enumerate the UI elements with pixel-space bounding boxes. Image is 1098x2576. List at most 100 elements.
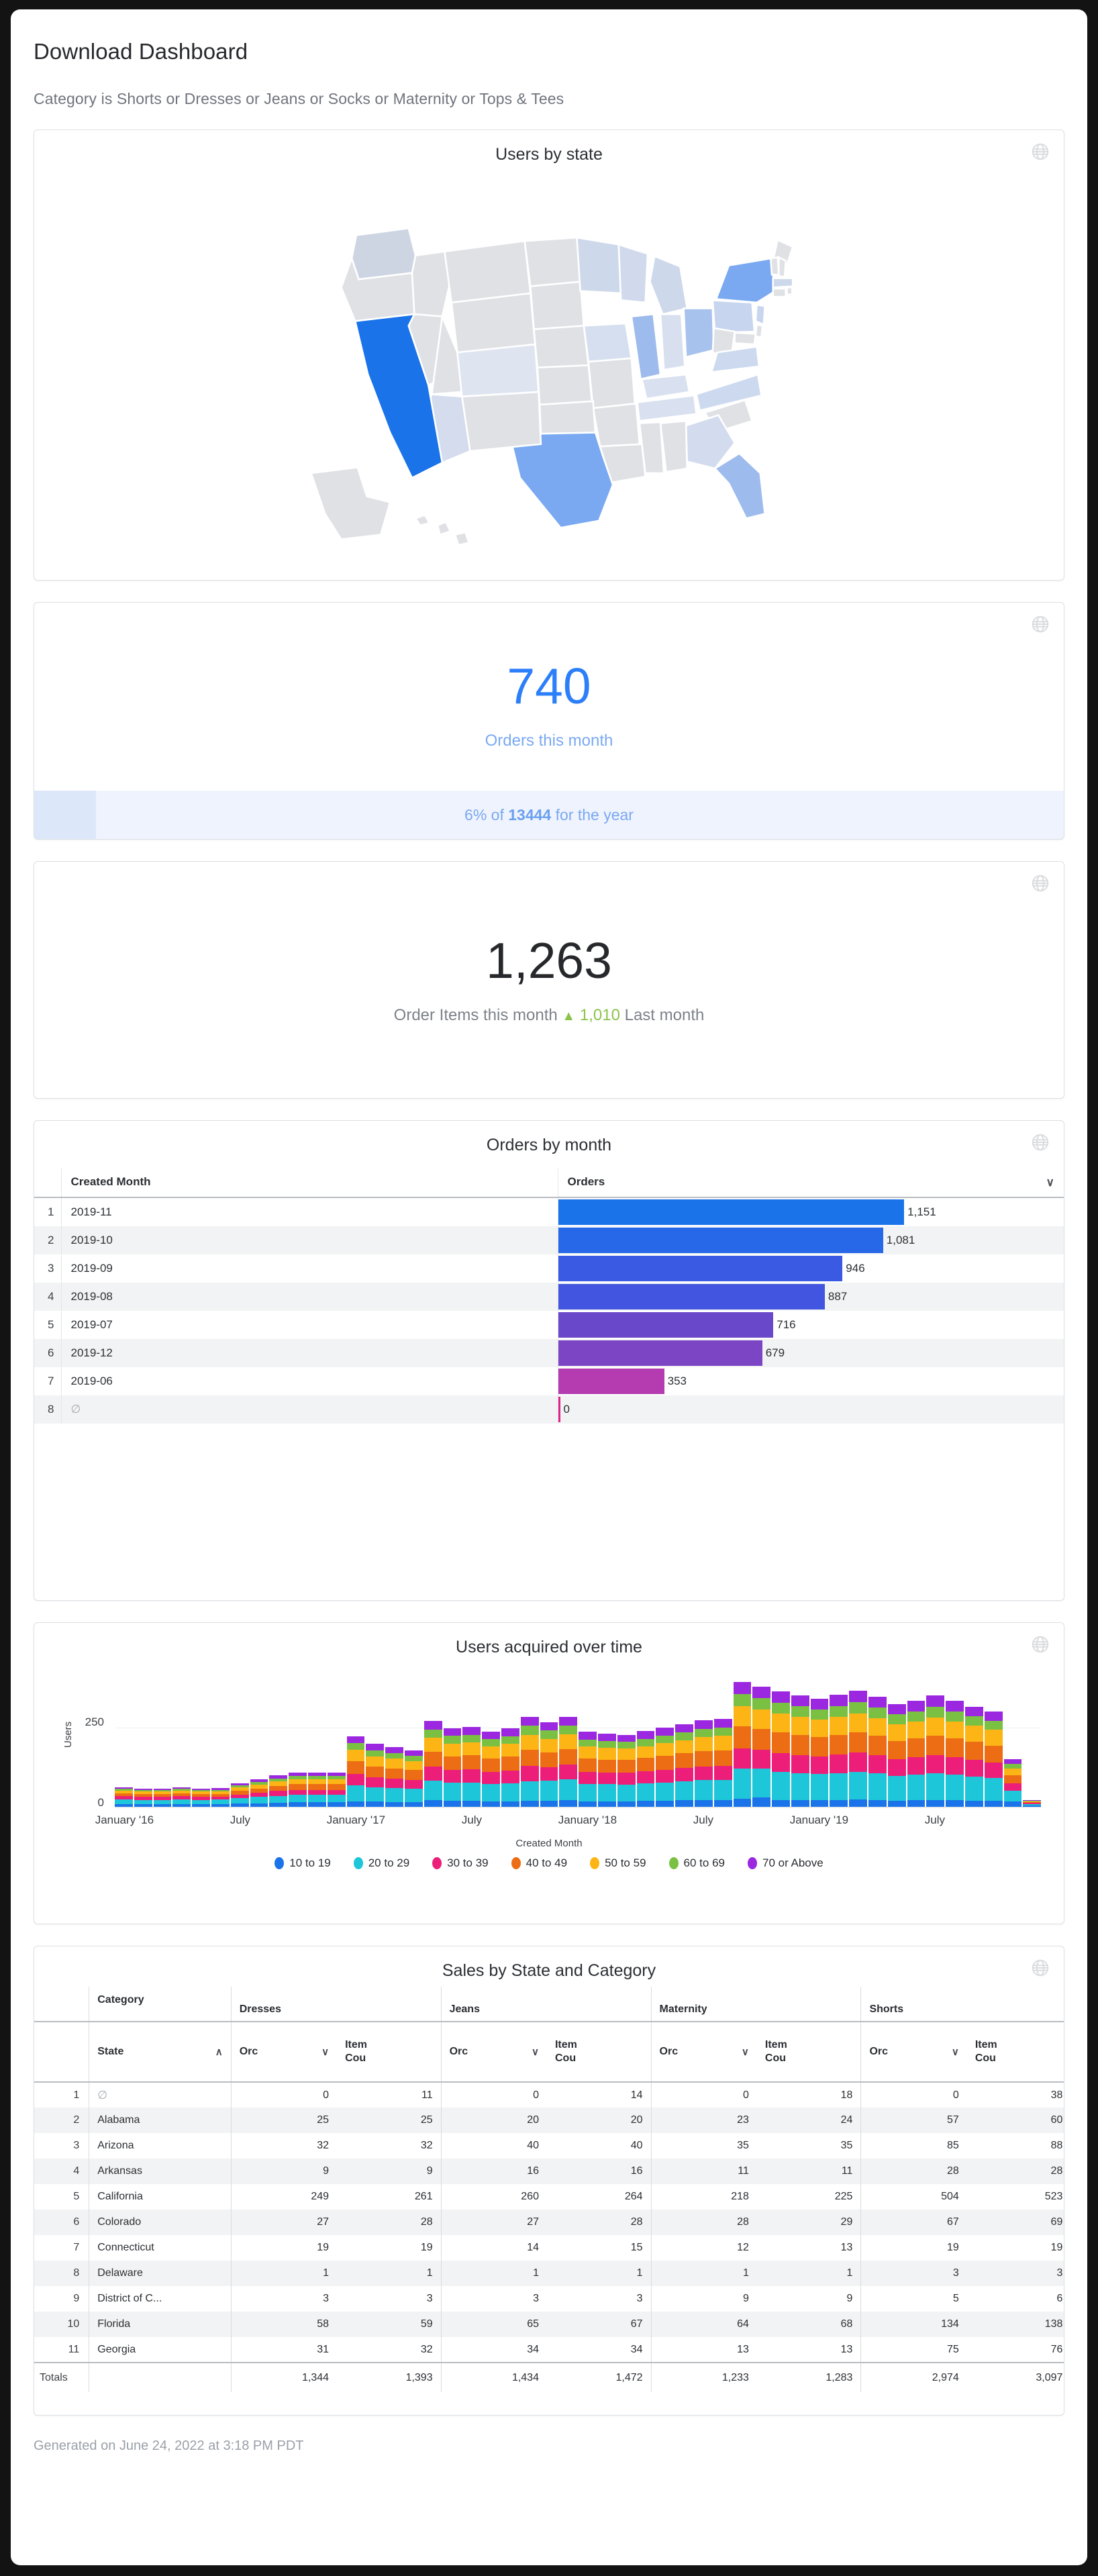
bar-segment-70-or-above[interactable] xyxy=(521,1717,539,1726)
bar-segment-70-or-above[interactable] xyxy=(907,1701,926,1712)
bar-segment-70-or-above[interactable] xyxy=(714,1719,732,1728)
bar-segment-40-to-49[interactable] xyxy=(888,1741,906,1759)
bar-segment-20-to-29[interactable] xyxy=(579,1784,597,1801)
bar-segment-70-or-above[interactable] xyxy=(849,1691,867,1702)
bar-segment-30-to-39[interactable] xyxy=(926,1755,944,1773)
chevron-down-icon[interactable]: ∨ xyxy=(321,2046,329,2058)
bar-segment-40-to-49[interactable] xyxy=(675,1753,693,1768)
bar-segment-40-to-49[interactable] xyxy=(926,1736,944,1756)
bar-segment-40-to-49[interactable] xyxy=(656,1756,674,1770)
bar-segment-40-to-49[interactable] xyxy=(366,1767,384,1778)
header-col-5[interactable]: Orc ∨ xyxy=(651,2022,757,2082)
bar-segment-20-to-29[interactable] xyxy=(347,1785,365,1802)
bar-segment-30-to-39[interactable] xyxy=(811,1756,829,1774)
bar-segment-70-or-above[interactable] xyxy=(752,1687,770,1698)
bar-segment-20-to-29[interactable] xyxy=(211,1799,230,1804)
bar-segment-20-to-29[interactable] xyxy=(965,1777,983,1801)
bar-segment-70-or-above[interactable] xyxy=(405,1750,423,1756)
bar-segment-10-to-19[interactable] xyxy=(231,1803,249,1807)
usa-choropleth-map[interactable] xyxy=(34,176,1064,573)
bar-segment-40-to-49[interactable] xyxy=(540,1752,558,1767)
bar-segment-30-to-39[interactable] xyxy=(734,1748,752,1769)
stacked-bar[interactable] xyxy=(617,1735,636,1807)
bar-segment-30-to-39[interactable] xyxy=(559,1765,577,1779)
bar-segment-20-to-29[interactable] xyxy=(617,1785,636,1801)
bar-segment-30-to-39[interactable] xyxy=(965,1760,983,1777)
stacked-bar[interactable] xyxy=(405,1750,423,1807)
bar-segment-10-to-19[interactable] xyxy=(540,1801,558,1807)
bar-segment-10-to-19[interactable] xyxy=(521,1801,539,1807)
table-row[interactable]: 10Florida585965676468134138 xyxy=(34,2312,1064,2337)
bar-segment-70-or-above[interactable] xyxy=(347,1736,365,1743)
bar-segment-70-or-above[interactable] xyxy=(791,1695,809,1707)
bar-segment-10-to-19[interactable] xyxy=(598,1801,616,1807)
cell-orders-bar[interactable]: 353 xyxy=(558,1367,1064,1395)
stacked-bar[interactable] xyxy=(385,1747,403,1807)
bar-segment-20-to-29[interactable] xyxy=(811,1774,829,1800)
bar-segment-60-to-69[interactable] xyxy=(888,1714,906,1724)
bar-segment-70-or-above[interactable] xyxy=(482,1732,500,1739)
bar-segment-30-to-39[interactable] xyxy=(308,1790,326,1795)
bar-segment-40-to-49[interactable] xyxy=(328,1784,346,1789)
stacked-bar[interactable] xyxy=(637,1731,655,1807)
stacked-bar[interactable] xyxy=(734,1682,752,1807)
bar-segment-60-to-69[interactable] xyxy=(811,1710,829,1720)
chevron-down-icon[interactable]: ∨ xyxy=(952,2046,959,2058)
bar-segment-60-to-69[interactable] xyxy=(1004,1764,1022,1769)
stacked-bar[interactable] xyxy=(695,1720,713,1807)
bar-segment-40-to-49[interactable] xyxy=(965,1742,983,1760)
bar-segment-20-to-29[interactable] xyxy=(154,1800,172,1805)
bar-segment-50-to-59[interactable] xyxy=(946,1722,964,1738)
bar-segment-40-to-49[interactable] xyxy=(501,1756,519,1771)
bar-segment-60-to-69[interactable] xyxy=(695,1729,713,1737)
bar-segment-30-to-39[interactable] xyxy=(714,1766,732,1780)
bar-segment-20-to-29[interactable] xyxy=(598,1784,616,1801)
bar-segment-10-to-19[interactable] xyxy=(965,1801,983,1807)
bar-segment-40-to-49[interactable] xyxy=(559,1749,577,1765)
bar-segment-60-to-69[interactable] xyxy=(366,1750,384,1756)
bar-segment-50-to-59[interactable] xyxy=(985,1730,1003,1745)
cell-orders-bar[interactable]: 0 xyxy=(558,1395,1064,1424)
col-orders[interactable]: Orders ∨ xyxy=(558,1169,1064,1197)
bar-segment-20-to-29[interactable] xyxy=(926,1773,944,1800)
bar-segment-20-to-29[interactable] xyxy=(675,1781,693,1800)
header-col-7[interactable]: Orc ∨ xyxy=(861,2022,967,2082)
table-row[interactable]: 12019-111,151 xyxy=(34,1197,1064,1226)
bar-segment-50-to-59[interactable] xyxy=(598,1748,616,1759)
bar-segment-60-to-69[interactable] xyxy=(849,1702,867,1714)
bar-segment-60-to-69[interactable] xyxy=(637,1739,655,1746)
stacked-bar[interactable] xyxy=(830,1695,848,1807)
bar-segment-10-to-19[interactable] xyxy=(888,1801,906,1807)
stacked-bar[interactable] xyxy=(462,1727,481,1807)
bar-segment-10-to-19[interactable] xyxy=(907,1800,926,1807)
bar-segment-20-to-29[interactable] xyxy=(888,1776,906,1801)
bar-segment-20-to-29[interactable] xyxy=(134,1800,152,1805)
bar-segment-30-to-39[interactable] xyxy=(424,1767,442,1781)
bar-segment-10-to-19[interactable] xyxy=(579,1801,597,1807)
stacked-bar[interactable] xyxy=(482,1732,500,1807)
bar-segment-60-to-69[interactable] xyxy=(946,1712,964,1722)
stacked-bar[interactable] xyxy=(888,1704,906,1807)
bar-segment-40-to-49[interactable] xyxy=(269,1786,287,1791)
bar-segment-20-to-29[interactable] xyxy=(328,1795,346,1802)
bar-segment-40-to-49[interactable] xyxy=(444,1756,462,1771)
stacked-bar[interactable] xyxy=(579,1732,597,1807)
bar-segment-20-to-29[interactable] xyxy=(695,1780,713,1799)
bar-segment-60-to-69[interactable] xyxy=(462,1735,481,1742)
bar-segment-10-to-19[interactable] xyxy=(830,1800,848,1807)
chevron-up-icon[interactable]: ∧ xyxy=(215,2046,223,2058)
bar-segment-10-to-19[interactable] xyxy=(366,1801,384,1807)
bar-segment-10-to-19[interactable] xyxy=(656,1801,674,1807)
bar-segment-20-to-29[interactable] xyxy=(231,1798,249,1803)
table-row[interactable]: 42019-08887 xyxy=(34,1283,1064,1311)
legend-item[interactable]: 30 to 39 xyxy=(432,1856,488,1870)
bar-segment-20-to-29[interactable] xyxy=(405,1789,423,1802)
bar-segment-50-to-59[interactable] xyxy=(714,1736,732,1750)
bar-segment-30-to-39[interactable] xyxy=(347,1774,365,1785)
bar-segment-70-or-above[interactable] xyxy=(462,1727,481,1735)
header-col-6[interactable]: ItemCou xyxy=(757,2022,861,2082)
stacked-bar[interactable] xyxy=(965,1707,983,1807)
bar-segment-20-to-29[interactable] xyxy=(772,1772,790,1799)
header-col-1[interactable]: Orc ∨ xyxy=(231,2022,337,2082)
bar-segment-40-to-49[interactable] xyxy=(579,1758,597,1771)
